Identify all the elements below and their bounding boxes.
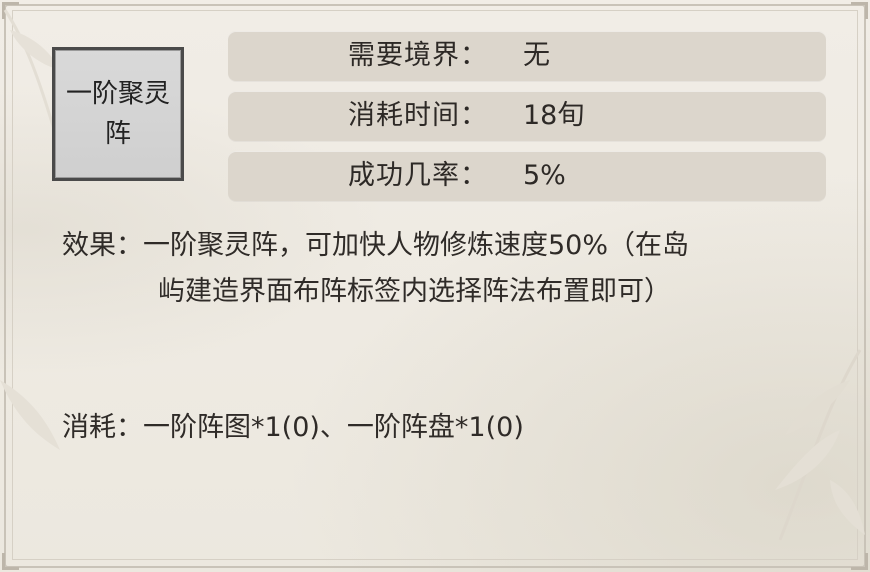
formation-name: 一阶聚灵阵 <box>65 79 170 149</box>
bamboo-leaf-decoration <box>775 349 865 541</box>
corner-ornament <box>851 2 868 19</box>
effect-description: 效果：一阶聚灵阵，可加快人物修炼速度50%（在岛 <box>62 222 689 270</box>
formation-icon-box[interactable]: 一阶聚灵阵 <box>52 47 184 181</box>
corner-ornament <box>851 553 868 570</box>
effect-prefix: 效果： <box>62 230 143 261</box>
requirement-label: 需要境界： <box>348 40 488 71</box>
requirement-row-success-rate: 成功几率： 5% <box>228 151 826 201</box>
requirement-value: 无 <box>523 40 550 71</box>
formation-detail-panel: 一阶聚灵阵 需要境界： 无 消耗时间： 18旬 成功几率： 5% 效果：一阶聚灵… <box>0 0 870 572</box>
requirement-row-time: 消耗时间： 18旬 <box>228 91 826 141</box>
corner-ornament <box>2 2 19 19</box>
requirement-value: 5% <box>523 160 566 191</box>
bamboo-leaf-decoration <box>0 380 60 450</box>
effect-text-line2: 屿建造界面布阵标签内选择阵法布置即可） <box>158 276 671 307</box>
requirement-value: 18旬 <box>523 100 585 131</box>
effect-description-continued: 屿建造界面布阵标签内选择阵法布置即可） <box>158 268 671 316</box>
effect-text-line1: 一阶聚灵阵，可加快人物修炼速度50%（在岛 <box>143 230 690 261</box>
corner-ornament <box>2 553 19 570</box>
requirement-label: 消耗时间： <box>348 100 488 131</box>
requirement-label: 成功几率： <box>348 160 488 191</box>
requirement-row-realm: 需要境界： 无 <box>228 31 826 81</box>
consumption-text: 消耗：一阶阵图*1(0)、一阶阵盘*1(0) <box>62 412 524 443</box>
